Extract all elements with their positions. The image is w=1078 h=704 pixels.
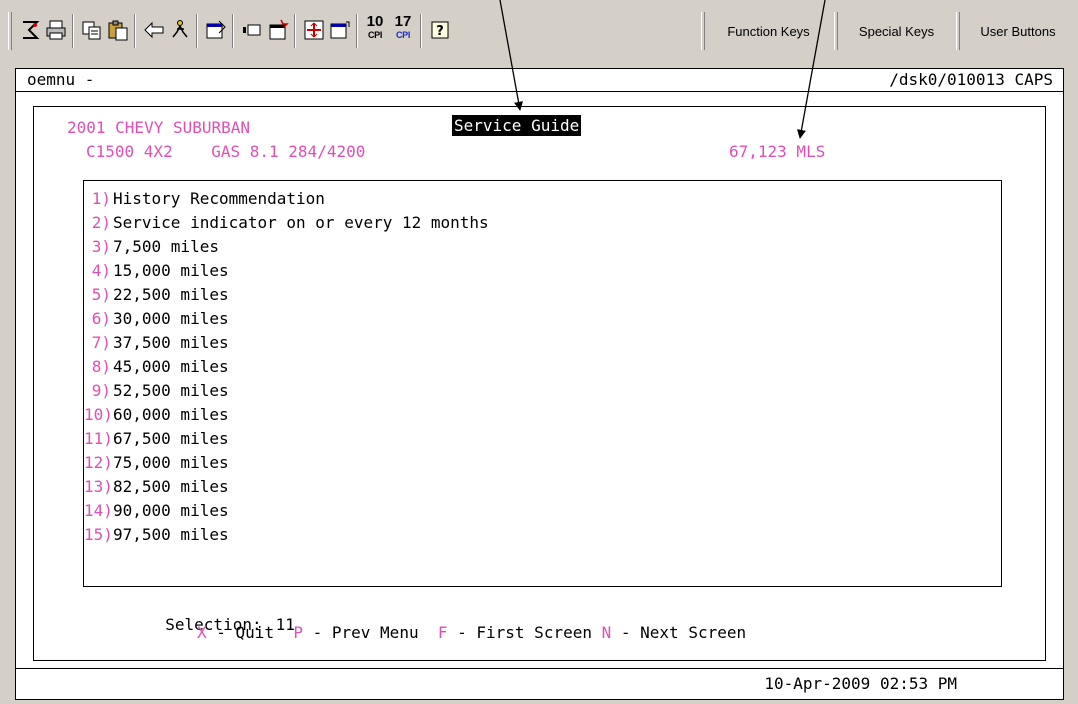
menu-item-label: History Recommendation <box>113 189 325 208</box>
menu-item-number: 5) <box>91 285 111 304</box>
menu-item-label: 7,500 miles <box>113 237 219 256</box>
menu-item-number: 7) <box>91 333 111 352</box>
menu-item-number: 15) <box>84 525 113 544</box>
toolbar: 10 CPI 17 CPI ? Function Keys Special Ke… <box>0 0 1078 62</box>
menu-item-number: 8) <box>91 357 111 376</box>
program-name: oemnu - <box>27 70 95 89</box>
key-description: - Next Screen <box>611 623 747 642</box>
copy-icon[interactable] <box>80 17 104 43</box>
back-arrow-icon[interactable] <box>142 17 166 43</box>
menu-item-label: 15,000 miles <box>113 261 229 280</box>
toolbar-separator <box>356 14 358 48</box>
properties-icon[interactable] <box>204 17 228 43</box>
menu-item-number: 2) <box>91 213 111 232</box>
cpi-17-button[interactable]: 17 CPI <box>390 14 416 48</box>
toolbar-grip[interactable] <box>701 12 705 50</box>
menu-item-label: 37,500 miles <box>113 333 229 352</box>
menu-item-label: 82,500 miles <box>113 477 229 496</box>
cpi-10-number: 10 <box>366 13 384 30</box>
terminal-footer: 10-Apr-2009 02:53 PM <box>16 668 1063 699</box>
menu-item-label: 52,500 miles <box>113 381 229 400</box>
key-legend: X - Quit P - Prev Menu F - First Screen … <box>197 623 746 642</box>
record-icon[interactable] <box>240 17 264 43</box>
toolbar-grip[interactable] <box>956 12 960 50</box>
toolbar-separator <box>232 14 234 48</box>
menu-item-number: 14) <box>84 501 113 520</box>
help-icon[interactable]: ? <box>428 17 452 43</box>
service-menu: 1) History Recommendation 2) Service indica… <box>83 180 1002 587</box>
menu-item-number: 4) <box>91 261 111 280</box>
print-icon[interactable] <box>44 17 68 43</box>
key-description: - First Screen <box>447 623 602 642</box>
user-buttons-button[interactable]: User Buttons <box>962 14 1074 48</box>
key-letter[interactable]: P <box>293 623 303 642</box>
cpi-10-label: CPI <box>367 30 383 40</box>
key-letter[interactable]: N <box>602 623 612 642</box>
timestamp: 10-Apr-2009 02:53 PM <box>764 674 957 693</box>
key-letter[interactable]: X <box>197 623 207 642</box>
menu-item-label: 75,000 miles <box>113 453 229 472</box>
menu-item-label: 67,500 miles <box>113 429 229 448</box>
special-keys-button[interactable]: Special Keys <box>841 14 952 48</box>
menu-item-number: 6) <box>91 309 111 328</box>
cpi-17-number: 17 <box>394 13 412 30</box>
page-title: Service Guide <box>452 115 582 136</box>
paste-icon[interactable] <box>106 17 130 43</box>
menu-item-label: 45,000 miles <box>113 357 229 376</box>
cpi-10-button[interactable]: 10 CPI <box>362 14 388 48</box>
exit-window-icon[interactable] <box>328 17 352 43</box>
new-window-icon[interactable] <box>266 17 290 43</box>
mileage: 67,123 MLS <box>729 142 826 161</box>
menu-item-label: 30,000 miles <box>113 309 229 328</box>
toolbar-separator <box>294 14 296 48</box>
menu-item-number: 10) <box>84 405 113 424</box>
toolbar-separator <box>72 14 74 48</box>
toolbar-grip[interactable] <box>834 12 838 50</box>
menu-item-number: 9) <box>91 381 111 400</box>
toolbar-grip[interactable] <box>8 12 12 50</box>
toolbar-separator <box>196 14 198 48</box>
menu-item-number: 3) <box>91 237 111 256</box>
menu-item-label: Service indicator on or every 12 months <box>113 213 489 232</box>
svg-text:?: ? <box>436 24 444 39</box>
menu-item-number: 12) <box>84 453 113 472</box>
session-path: /dsk0/010013 CAPS <box>889 70 1053 89</box>
menu-item-label: 90,000 miles <box>113 501 229 520</box>
printer-setup-icon[interactable] <box>18 17 42 43</box>
vehicle-spec: C1500 4X2 GAS 8.1 284/4200 <box>86 142 366 161</box>
menu-item-label: 22,500 miles <box>113 285 229 304</box>
menu-item-label: 97,500 miles <box>113 525 229 544</box>
menu-item-number: 1) <box>91 189 111 208</box>
menu-item-number: 11) <box>84 429 113 448</box>
vehicle-name: 2001 CHEVY SUBURBAN <box>67 118 251 137</box>
menu-item-label: 60,000 miles <box>113 405 229 424</box>
fullscreen-icon[interactable] <box>302 17 326 43</box>
menu-item-number: 13) <box>84 477 113 496</box>
cpi-17-label: CPI <box>395 30 411 40</box>
key-description: - Quit <box>206 623 294 642</box>
key-description: - Prev Menu <box>302 623 438 642</box>
toolbar-separator <box>420 14 422 48</box>
function-keys-button[interactable]: Function Keys <box>708 14 829 48</box>
run-icon[interactable] <box>168 17 192 43</box>
toolbar-separator <box>134 14 136 48</box>
terminal-header: oemnu - /dsk0/010013 CAPS <box>16 69 1063 92</box>
